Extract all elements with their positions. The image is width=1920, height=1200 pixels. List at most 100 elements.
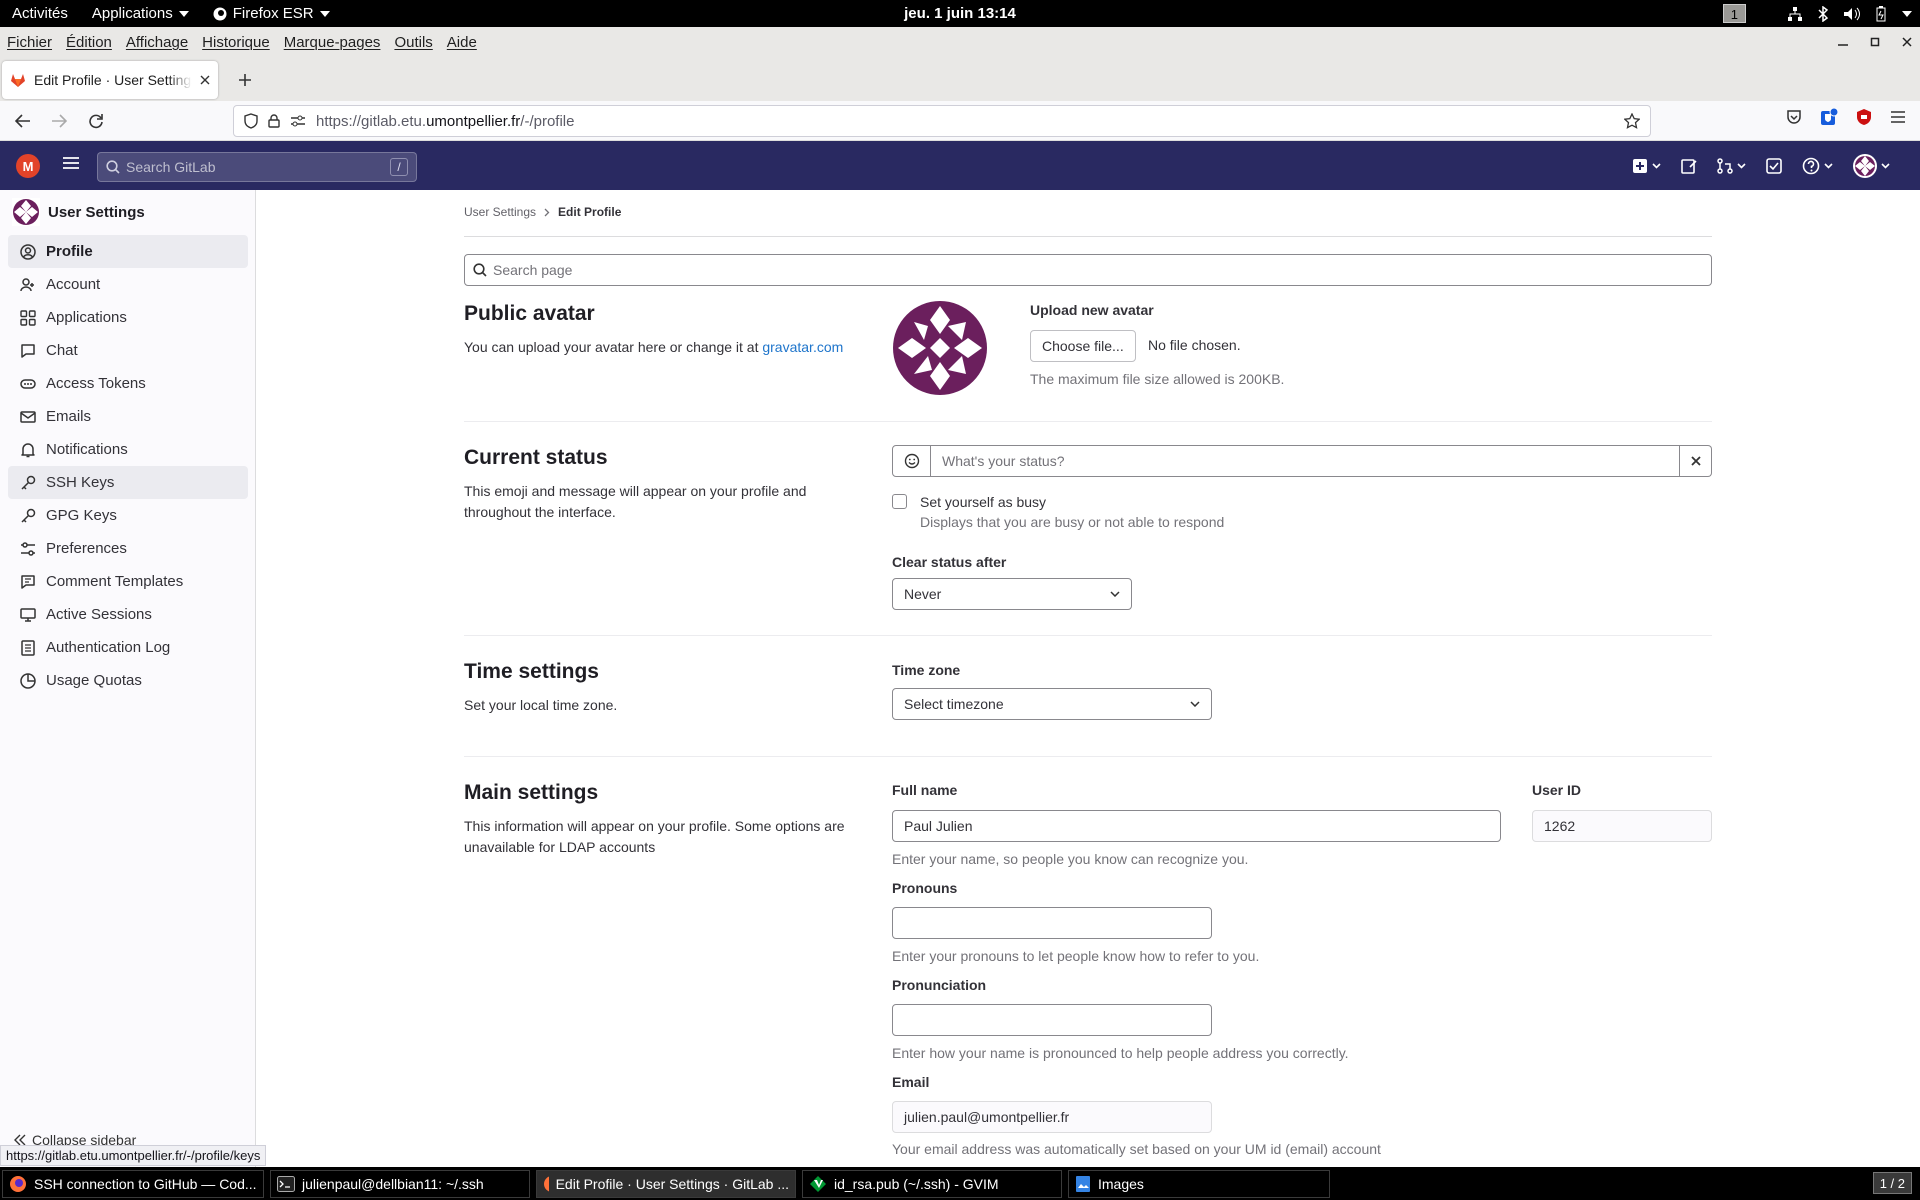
issues-icon[interactable]	[1681, 158, 1697, 174]
clock[interactable]: jeu. 1 juin 13:14	[904, 0, 1016, 27]
workspace-indicator[interactable]: 1	[1722, 4, 1746, 23]
gitlab-favicon-icon	[11, 74, 25, 87]
help-dropdown[interactable]	[1802, 157, 1833, 175]
full-name-input[interactable]: Paul Julien	[892, 810, 1501, 842]
clear-status-select[interactable]: Never	[892, 578, 1132, 610]
bitwarden-extension-icon[interactable]	[1820, 108, 1838, 126]
sidebar-item-chat[interactable]: Chat	[8, 334, 248, 367]
activities-button[interactable]: Activités	[0, 0, 80, 27]
bookmark-star-icon[interactable]	[1624, 113, 1640, 129]
search-page-input[interactable]: Search page	[464, 254, 1712, 286]
taskbar-item-firefox-gitlab[interactable]: Edit Profile · User Settings · GitLab ..…	[536, 1170, 796, 1198]
terminal-icon	[277, 1176, 295, 1192]
gravatar-link[interactable]: gravatar.com	[762, 339, 843, 355]
sidebar-item-ssh-keys[interactable]: SSH Keys	[8, 466, 248, 499]
hamburger-menu-icon[interactable]	[1890, 110, 1906, 124]
sidebar-item-gpg-keys[interactable]: GPG Keys	[8, 499, 248, 532]
ublock-origin-icon[interactable]	[1856, 108, 1872, 126]
create-new-dropdown[interactable]	[1632, 158, 1661, 174]
chat-icon	[21, 343, 35, 358]
menu-history[interactable]: Historique	[195, 34, 277, 51]
applications-menu[interactable]: Applications	[80, 0, 201, 27]
merge-requests-dropdown[interactable]	[1717, 157, 1746, 174]
user-menu-dropdown[interactable]	[1853, 153, 1890, 178]
taskbar-item-gvim[interactable]: id_rsa.pub (~/.ssh) - GVIM	[802, 1170, 1062, 1198]
pronouns-input[interactable]	[892, 907, 1212, 939]
taskbar-item-terminal[interactable]: julienpaul@dellbian11: ~/.ssh	[270, 1170, 530, 1198]
gitlab-instance-logo[interactable]: M	[16, 154, 40, 178]
menu-view[interactable]: Affichage	[119, 34, 195, 51]
gitlab-search-placeholder: Search GitLab	[126, 159, 216, 175]
breadcrumb-parent[interactable]: User Settings	[464, 205, 536, 219]
sidebar-item-applications[interactable]: Applications	[8, 301, 248, 334]
menu-help[interactable]: Aide	[440, 34, 484, 51]
search-icon	[106, 160, 120, 174]
sidebar-item-usage-quotas[interactable]: Usage Quotas	[8, 664, 248, 697]
breadcrumb-current[interactable]: Edit Profile	[558, 205, 621, 219]
sidebar-item-label: Usage Quotas	[46, 672, 142, 689]
sidebar-item-label: Access Tokens	[46, 375, 146, 392]
new-tab-button[interactable]	[232, 67, 258, 93]
reload-button[interactable]	[83, 108, 109, 134]
sidebar-item-profile[interactable]: Profile	[8, 235, 248, 268]
taskbar-item-images[interactable]: Images	[1068, 1170, 1330, 1198]
chevron-down-icon	[1881, 162, 1890, 169]
sidebar-item-active-sessions[interactable]: Active Sessions	[8, 598, 248, 631]
page-permissions-icon[interactable]	[290, 115, 306, 127]
sidebar-item-authentication-log[interactable]: Authentication Log	[8, 631, 248, 664]
menu-bookmarks[interactable]: Marque-pages	[277, 34, 388, 51]
sidebar-header[interactable]: User Settings	[12, 198, 145, 226]
address-bar[interactable]: https://gitlab.etu.umontpellier.fr/-/pro…	[233, 105, 1651, 137]
maximize-icon[interactable]	[1870, 37, 1880, 47]
clear-status-button[interactable]	[1680, 445, 1712, 477]
current-status-title: Current status	[464, 446, 608, 469]
sidebar-item-access-tokens[interactable]: Access Tokens	[8, 367, 248, 400]
time-settings-title: Time settings	[464, 660, 599, 683]
close-tab-icon[interactable]	[200, 75, 210, 85]
menu-edit[interactable]: Édition	[59, 34, 119, 51]
pocket-icon[interactable]	[1786, 109, 1802, 125]
sidebar-toggle-button[interactable]	[62, 155, 80, 171]
forward-button[interactable]	[46, 108, 72, 134]
sidebar-item-preferences[interactable]: Preferences	[8, 532, 248, 565]
back-button[interactable]	[10, 108, 36, 134]
user-settings-sidebar: User Settings Profile Account Applicatio…	[0, 190, 256, 1167]
sidebar-item-notifications[interactable]: Notifications	[8, 433, 248, 466]
sidebar-item-comment-templates[interactable]: Comment Templates	[8, 565, 248, 598]
sidebar-item-label: Comment Templates	[46, 573, 184, 590]
battery-icon[interactable]	[1876, 5, 1886, 22]
volume-icon[interactable]	[1844, 7, 1860, 21]
menu-tools[interactable]: Outils	[387, 34, 439, 51]
busy-label[interactable]: Set yourself as busy	[920, 494, 1046, 510]
time-zone-select[interactable]: Select timezone	[892, 688, 1212, 720]
bluetooth-icon[interactable]	[1818, 5, 1828, 22]
close-window-icon[interactable]	[1902, 37, 1912, 47]
lock-icon[interactable]	[268, 114, 280, 128]
tracking-protection-shield-icon[interactable]	[244, 113, 258, 129]
token-icon	[20, 378, 36, 389]
firefox-app-menu[interactable]: Firefox ESR	[201, 0, 342, 27]
menu-file[interactable]: Fichier	[0, 34, 59, 51]
network-icon[interactable]	[1788, 6, 1802, 21]
minimize-icon[interactable]	[1838, 37, 1848, 47]
choose-file-button[interactable]: Choose file...	[1030, 330, 1136, 362]
workspace-pager[interactable]: 1 / 2	[1872, 1172, 1912, 1194]
tab-edit-profile[interactable]: Edit Profile · User Settings · GitLab	[2, 61, 218, 99]
firefox-icon	[544, 1176, 549, 1192]
email-help: Your email address was automatically set…	[892, 1141, 1381, 1157]
arrow-left-icon	[15, 114, 30, 128]
url-prefix: https://gitlab.etu.	[316, 112, 427, 130]
taskbar: SSH connection to GitHub — Cod... julien…	[0, 1167, 1920, 1200]
power-menu-caret-icon[interactable]	[1902, 10, 1912, 17]
busy-checkbox[interactable]	[892, 494, 907, 509]
pronunciation-input[interactable]	[892, 1004, 1212, 1036]
sidebar-item-emails[interactable]: Emails	[8, 400, 248, 433]
gitlab-search-box[interactable]: Search GitLab /	[97, 152, 417, 182]
sidebar-item-account[interactable]: Account	[8, 268, 248, 301]
todo-icon[interactable]	[1766, 157, 1782, 174]
emoji-picker-button[interactable]	[892, 445, 931, 477]
public-avatar-description: You can upload your avatar here or chang…	[464, 337, 864, 358]
taskbar-item-ssh-github[interactable]: SSH connection to GitHub — Cod...	[2, 1170, 264, 1198]
clear-status-label: Clear status after	[892, 554, 1007, 570]
status-message-input[interactable]: What's your status?	[931, 445, 1680, 477]
